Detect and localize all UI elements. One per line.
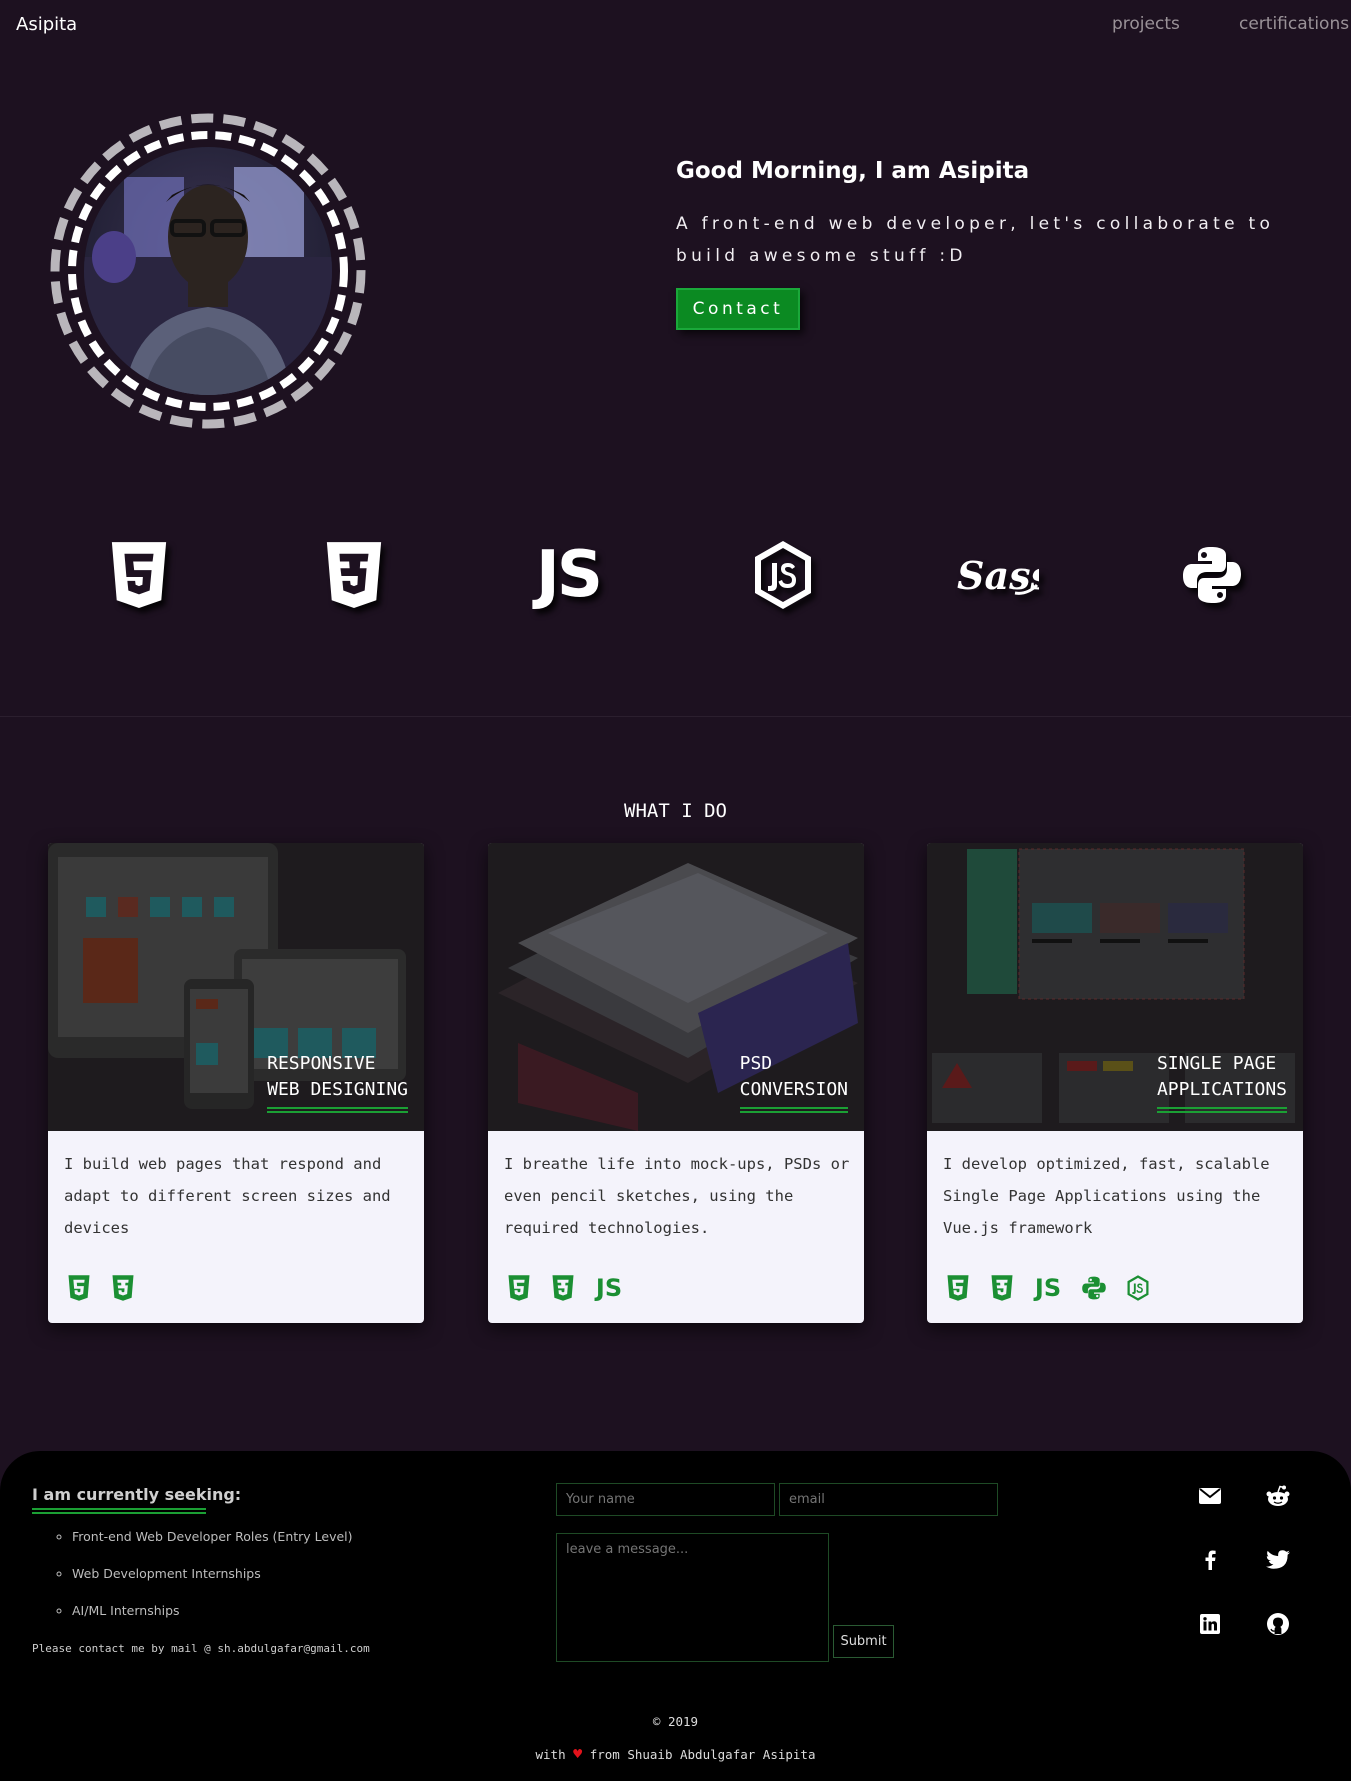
services-title: WHAT I DO (624, 800, 727, 822)
brand-logo-text[interactable]: Asipita (16, 14, 77, 35)
service-card-spa: SINGLE PAGE APPLICATIONS I develop optim… (927, 843, 1303, 1323)
nav-link-certifications[interactable]: certifications (1239, 14, 1349, 34)
html5-icon (64, 1273, 94, 1303)
python-icon (1079, 1273, 1109, 1303)
seeking-title: I am currently seeking: (32, 1485, 242, 1504)
css3-icon (311, 532, 397, 618)
service-card-responsive: RESPONSIVE WEB DESIGNING I build web pag… (48, 843, 424, 1323)
css3-icon (987, 1273, 1017, 1303)
list-item: Front-end Web Developer Roles (Entry Lev… (72, 1527, 353, 1564)
card-tech-icons-responsive (64, 1273, 138, 1303)
avatar-photo (84, 147, 332, 395)
card-tech-icons-spa: JS (943, 1273, 1153, 1303)
html5-icon (504, 1273, 534, 1303)
card-tech-icons-psd: JS (504, 1273, 626, 1303)
card-image-spa: SINGLE PAGE APPLICATIONS (927, 843, 1303, 1131)
css3-icon (108, 1273, 138, 1303)
credit-suffix: from Shuaib Abdulgafar Asipita (589, 1747, 816, 1762)
javascript-icon: JS (595, 1274, 623, 1302)
seeking-list: Front-end Web Developer Roles (Entry Lev… (72, 1527, 353, 1638)
card-description-spa: I develop optimized, fast, scalable Sing… (943, 1155, 1270, 1237)
credit-line: with ♥ from Shuaib Abdulgafar Asipita (0, 1745, 1351, 1763)
card-image-psd: PSD CONVERSION (488, 843, 864, 1131)
github-icon[interactable] (1263, 1609, 1293, 1639)
contact-button[interactable]: Contact (676, 288, 800, 330)
service-card-psd: PSD CONVERSION I breathe life into mock-… (488, 843, 864, 1323)
twitter-icon[interactable] (1263, 1545, 1293, 1575)
tech-stack-row: JS Sass (0, 532, 1351, 618)
contact-note: Please contact me by mail @ sh.abdulgafa… (32, 1642, 370, 1655)
mail-icon[interactable] (1195, 1481, 1225, 1511)
card-description-psd: I breathe life into mock-ups, PSDs or ev… (504, 1155, 850, 1237)
message-textarea[interactable] (556, 1533, 829, 1662)
facebook-icon[interactable] (1195, 1545, 1225, 1575)
card-title-responsive: RESPONSIVE WEB DESIGNING (267, 1051, 408, 1113)
python-icon (1169, 532, 1255, 618)
submit-button[interactable]: Submit (833, 1625, 894, 1658)
section-divider (0, 716, 1351, 717)
nav-link-projects[interactable]: projects (1112, 14, 1180, 34)
list-item: AI/ML Internships (72, 1601, 353, 1638)
hero-tagline: A front-end web developer, let's collabo… (676, 214, 1275, 266)
name-input[interactable] (556, 1483, 775, 1516)
footer: I am currently seeking: Front-end Web De… (0, 1451, 1351, 1781)
javascript-icon: JS (1034, 1274, 1062, 1302)
card-title-spa: SINGLE PAGE APPLICATIONS (1156, 1051, 1287, 1113)
profile-avatar (48, 111, 368, 431)
nodejs-icon (1123, 1273, 1153, 1303)
css3-icon (548, 1273, 578, 1303)
javascript-icon: JS (536, 538, 603, 612)
hero-greeting: Good Morning, I am Asipita (676, 158, 1030, 184)
list-item: Web Development Internships (72, 1564, 353, 1601)
card-description-responsive: I build web pages that respond and adapt… (64, 1155, 391, 1237)
card-image-responsive: RESPONSIVE WEB DESIGNING (48, 843, 424, 1131)
seeking-underline (32, 1508, 206, 1514)
heart-icon: ♥ (573, 1745, 583, 1763)
card-title-psd: PSD CONVERSION (739, 1051, 848, 1113)
credit-prefix: with (535, 1747, 566, 1762)
reddit-icon[interactable] (1263, 1481, 1293, 1511)
html5-icon (943, 1273, 973, 1303)
top-nav: Asipita projects certifications (0, 0, 1351, 48)
nodejs-icon (740, 532, 826, 618)
html5-icon (96, 532, 182, 618)
email-input[interactable] (779, 1483, 998, 1516)
sass-icon: Sass (954, 532, 1040, 618)
copyright-text: © 2019 (652, 1714, 699, 1729)
linkedin-icon[interactable] (1195, 1609, 1225, 1639)
